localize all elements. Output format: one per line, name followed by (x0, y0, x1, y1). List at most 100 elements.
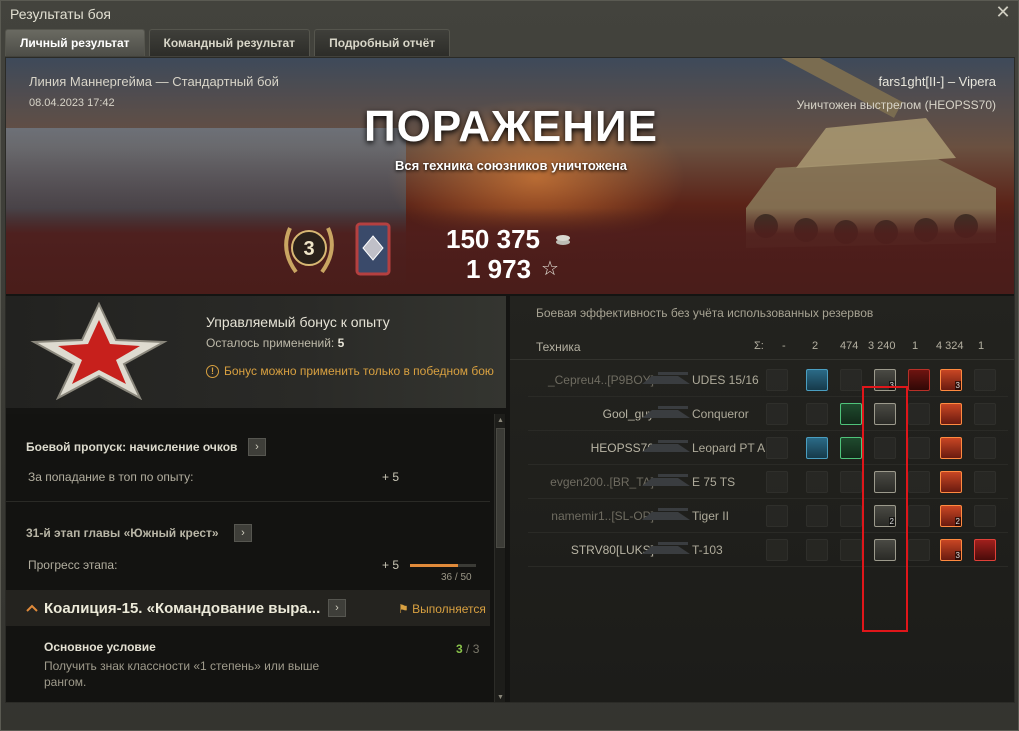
player-row[interactable]: STRV80[LUKS] T-103 3 (528, 534, 1008, 567)
scroll-down-arrow-icon[interactable]: ▼ (496, 693, 505, 702)
header-col6[interactable]: 4 324 (936, 340, 964, 352)
class-badge-laurel-icon[interactable]: 3 (278, 220, 340, 280)
left-panel: Управляемый бонус к опыту Осталось приме… (6, 296, 506, 702)
content-area: Линия Маннергейма — Стандартный бой 08.0… (5, 57, 1015, 703)
spotted-eye-icon[interactable] (806, 505, 828, 527)
coalition-status-text: Выполняется (412, 602, 486, 616)
damage-received-icon[interactable] (940, 437, 962, 459)
stage-progress-bar (410, 564, 476, 567)
stage-row-value: + 5 (382, 558, 400, 572)
stage-title: 31-й этап главы «Южный крест» (26, 526, 219, 540)
tab-team-result[interactable]: Командный результат (148, 29, 311, 56)
critical-hit-icon[interactable] (908, 471, 930, 493)
header-col7[interactable]: 1 (978, 340, 984, 352)
spotted-eye-icon[interactable] (806, 539, 828, 561)
xp-bonus-panel: Управляемый бонус к опыту Осталось приме… (6, 296, 506, 408)
warning-icon: ! (206, 364, 219, 378)
tank-name: Conqueror (692, 407, 749, 421)
condition-total: 3 (472, 642, 480, 656)
coalition-title: Коалиция-15. «Командование выра... (44, 600, 321, 617)
tank-icon (642, 406, 690, 418)
spotted-eye-icon[interactable] (806, 369, 828, 391)
critical-hit-icon[interactable] (908, 403, 930, 425)
coalition-open-button[interactable]: › (328, 599, 346, 617)
quests-panel: Боевой пропуск: начисление очков › За по… (6, 414, 506, 702)
damage-received-icon[interactable] (940, 403, 962, 425)
header-col2[interactable]: 2 (812, 340, 818, 352)
achievement-medal-icon[interactable] (351, 220, 395, 278)
stage-open-button[interactable]: › (234, 524, 252, 542)
efficiency-panel: Боевая эффективность без учёта использов… (510, 296, 1014, 702)
title-bar: Результаты боя ✕ (1, 1, 1018, 27)
spotted-eye-icon[interactable] (806, 437, 828, 459)
assist-track-icon[interactable] (840, 471, 862, 493)
assist-track-icon[interactable] (840, 403, 862, 425)
critical-hit-icon[interactable] (908, 437, 930, 459)
credits-earned: 150 375 (446, 224, 540, 254)
player-row[interactable]: namemir1..[SL-OP] Tiger II 2 2 (528, 500, 1008, 533)
spotted-eye-icon[interactable] (806, 471, 828, 493)
damage-dealt-arrow-icon[interactable] (766, 403, 788, 425)
battle-result: ПОРАЖЕНИЕ (364, 102, 658, 151)
damage-received-icon[interactable] (940, 471, 962, 493)
battle-pass-section: Боевой пропуск: начисление очков › За по… (6, 414, 490, 502)
close-icon[interactable]: ✕ (994, 3, 1012, 21)
tank-name: Leopard PT A (692, 441, 766, 455)
header-col1[interactable]: - (782, 340, 786, 352)
chevron-up-icon (26, 604, 38, 612)
damage-dealt-arrow-icon[interactable] (766, 539, 788, 561)
red-star-icon (30, 302, 168, 400)
tank-name: E 75 TS (692, 475, 736, 489)
tab-personal-result[interactable]: Личный результат (5, 29, 145, 56)
tab-bar: Личный результат Командный результат Под… (5, 29, 451, 56)
stage-progress-text: 36 / 50 (441, 572, 472, 583)
damage-received-icon[interactable]: 2 (940, 505, 962, 527)
tank-icon (642, 542, 690, 554)
assist-track-icon[interactable] (840, 437, 862, 459)
stage-row-label: Прогресс этапа: (28, 558, 118, 572)
quests-scrollbar[interactable]: ▲ ▼ (494, 414, 505, 702)
header-col3[interactable]: 474 (840, 340, 858, 352)
battle-pass-row-value: + 5 (382, 470, 400, 484)
damage-count: 2 (954, 517, 961, 526)
damage-received-icon[interactable]: 3 (940, 369, 962, 391)
player-row[interactable]: Gool_guy Conqueror (528, 398, 1008, 431)
bonus-warning-text: Бонус можно применить только в победном … (224, 364, 494, 378)
kill-icon[interactable] (974, 539, 996, 561)
damage-received-icon[interactable]: 3 (940, 539, 962, 561)
kill-icon[interactable] (974, 403, 996, 425)
battle-pass-title: Боевой пропуск: начисление очков (26, 440, 238, 454)
assist-track-icon[interactable] (840, 505, 862, 527)
spotted-eye-icon[interactable] (806, 403, 828, 425)
assist-track-icon[interactable] (840, 539, 862, 561)
tank-name: T-103 (692, 543, 723, 557)
damage-dealt-arrow-icon[interactable] (766, 505, 788, 527)
critical-hit-icon[interactable] (908, 505, 930, 527)
coalition-header[interactable]: Коалиция-15. «Командование выра... › ⚑ В… (6, 590, 490, 626)
critical-hit-icon[interactable] (908, 539, 930, 561)
tab-detailed-report[interactable]: Подробный отчёт (314, 29, 451, 56)
damage-dealt-arrow-icon[interactable] (766, 471, 788, 493)
player-row[interactable]: HEOPSS70 Leopard PT A (528, 432, 1008, 465)
damage-count: 3 (954, 381, 961, 390)
kill-icon[interactable] (974, 369, 996, 391)
map-and-mode: Линия Маннергейма — Стандартный бой (29, 74, 279, 89)
header-sigma: Σ: (754, 340, 764, 352)
assist-track-icon[interactable] (840, 369, 862, 391)
damage-dealt-arrow-icon[interactable] (766, 369, 788, 391)
kill-icon[interactable] (974, 505, 996, 527)
critical-hit-icon[interactable] (908, 369, 930, 391)
bonus-title: Управляемый бонус к опыту (206, 314, 390, 330)
kill-icon[interactable] (974, 437, 996, 459)
player-row[interactable]: _Cepreu4..[P9BOY] UDES 15/16 3 3 (528, 364, 1008, 397)
header-col5[interactable]: 1 (912, 340, 918, 352)
highlight-annotation-box (862, 386, 908, 632)
header-col4[interactable]: 3 240 (868, 340, 896, 352)
kill-icon[interactable] (974, 471, 996, 493)
damage-dealt-arrow-icon[interactable] (766, 437, 788, 459)
battle-pass-open-button[interactable]: › (248, 438, 266, 456)
scroll-up-arrow-icon[interactable]: ▲ (496, 416, 505, 425)
flag-icon: ⚑ (398, 602, 409, 616)
scroll-thumb[interactable] (496, 428, 505, 548)
player-row[interactable]: evgen200..[BR_TA] E 75 TS (528, 466, 1008, 499)
